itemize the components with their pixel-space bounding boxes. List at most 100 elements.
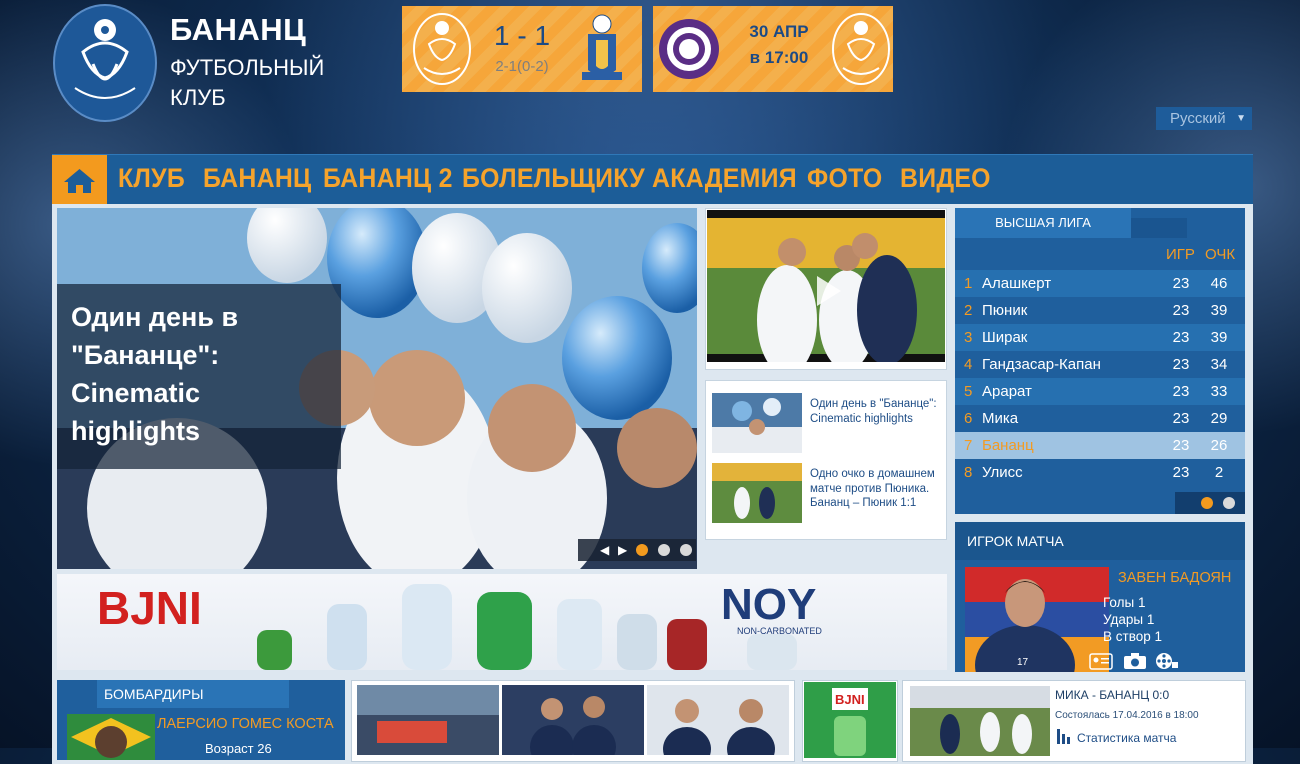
team-name: Бананц (982, 437, 1034, 454)
news-thumbnail (712, 393, 802, 453)
player-name[interactable]: ЗАВЕН БАДОЯН (1118, 570, 1231, 586)
gallery-thumbnail[interactable] (357, 685, 499, 755)
tab-secondary[interactable] (1131, 218, 1187, 238)
team-games: 23 (1172, 410, 1190, 427)
side-ad[interactable]: BJNI (802, 680, 898, 762)
chevron-right-icon[interactable]: ▶ (618, 543, 627, 557)
player-photo[interactable]: 17 (965, 567, 1109, 672)
match-stats-link[interactable]: Статистика матча (1077, 731, 1176, 745)
next-match-date: 30 АПР (749, 22, 809, 41)
nav-item-club[interactable]: КЛУБ (118, 163, 185, 194)
last-result-card[interactable]: 1 - 1 2-1(0-2) (402, 6, 642, 92)
svg-text:BJNI: BJNI (835, 692, 865, 707)
profile-card-icon[interactable] (1089, 652, 1113, 670)
slider-controls: ◀ ▶ (578, 539, 696, 561)
next-match-card[interactable]: 30 АПР в 17:00 (653, 6, 893, 92)
club-logo[interactable] (53, 4, 157, 122)
team-points: 39 (1210, 329, 1228, 346)
ad-brand-1: BJNI (97, 582, 202, 634)
news-list: Один день в "Бананце": Cinematic highlig… (705, 380, 947, 540)
slider-dot[interactable] (680, 544, 692, 556)
team-games: 23 (1172, 464, 1190, 481)
player-goals: Голы 1 (1103, 595, 1146, 610)
language-label: Русский (1170, 110, 1226, 127)
team-name: Ширак (982, 329, 1028, 346)
team-pos: 2 (964, 302, 973, 319)
film-reel-icon[interactable] (1155, 652, 1179, 670)
nav-item-bananz2[interactable]: БАНАНЦ 2 (323, 163, 453, 194)
team-pos: 7 (964, 437, 973, 454)
player-heading: ИГРОК МАТЧА (955, 522, 1245, 560)
news-thumbnail (712, 463, 802, 523)
news-title[interactable]: Одно очко в домашнем матче против Пюника… (810, 467, 940, 511)
player-of-match: ИГРОК МАТЧА 17 ЗАВЕН БАДОЯН Голы 1 Удары… (955, 522, 1245, 672)
table-row[interactable]: 2 Пюник 23 39 (955, 297, 1245, 324)
table-row[interactable]: 8 Улисс 23 2 (955, 459, 1245, 486)
list-item[interactable]: Один день в "Бананце": Cinematic highlig… (712, 393, 940, 457)
team-name: Гандзасар-Капан (982, 356, 1101, 373)
chevron-down-icon: ▼ (1236, 113, 1246, 124)
league-pager (1175, 492, 1245, 514)
team-name: Улисс (982, 464, 1023, 481)
slider-dot[interactable] (636, 544, 648, 556)
team-pos: 8 (964, 464, 973, 481)
last-match-title[interactable]: МИКА - БАНАНЦ 0:0 (1055, 688, 1169, 702)
col-points: ОЧК (1205, 246, 1236, 263)
nav-item-fans[interactable]: БОЛЕЛЬЩИКУ (462, 163, 645, 194)
team-games: 23 (1172, 329, 1190, 346)
alashkert-logo-icon (659, 19, 719, 79)
gallery-thumbnail[interactable] (647, 685, 789, 755)
nav-item-video[interactable]: ВИДЕО (900, 163, 991, 194)
home-button[interactable] (52, 155, 107, 205)
pager-dot[interactable] (1223, 497, 1235, 509)
bananz-logo-icon (832, 13, 890, 85)
match-score-detail: 2-1(0-2) (495, 58, 549, 75)
bananz-logo-icon (413, 13, 471, 85)
slider-dot[interactable] (658, 544, 670, 556)
table-row[interactable]: 1 Алашкерт 23 46 (955, 270, 1245, 297)
club-name: БАНАНЦ (170, 12, 307, 47)
player-shots: Удары 1 (1103, 612, 1155, 627)
match-score: 1 - 1 (493, 20, 551, 51)
gallery-thumbnail[interactable] (502, 685, 644, 755)
pager-dot[interactable] (1201, 497, 1213, 509)
team-name: Пюник (982, 302, 1028, 319)
slide-title[interactable]: Один день в "Бананце": Cinematic highlig… (71, 298, 331, 450)
slide-caption[interactable]: Один день в "Бананце": Cinematic highlig… (57, 284, 341, 469)
video-player[interactable] (705, 208, 947, 370)
tab-top-league[interactable]: ВЫСШАЯ ЛИГА (955, 208, 1131, 238)
last-match-thumbnail[interactable] (910, 686, 1050, 756)
nav-item-photo[interactable]: ФОТО (807, 163, 883, 194)
col-games: ИГР (1166, 246, 1195, 263)
top-scorers: БОМБАРДИРЫ ЛАЕРСИО ГОМЕС КОСТА Возраст 2… (57, 680, 345, 760)
list-item[interactable]: Одно очко в домашнем матче против Пюника… (712, 463, 940, 527)
side-ad-image: BJNI (804, 682, 896, 758)
table-row[interactable]: 5 Арарат 23 33 (955, 378, 1245, 405)
team-points: 2 (1214, 464, 1224, 481)
team-points: 29 (1210, 410, 1228, 427)
club-subtitle: ФУТБОЛЬНЫЙ КЛУБ (170, 55, 325, 110)
chevron-left-icon[interactable]: ◀ (600, 543, 609, 557)
team-points: 39 (1210, 302, 1228, 319)
photo-gallery (351, 680, 795, 762)
svg-text:17: 17 (1017, 657, 1029, 668)
nav-item-bananz[interactable]: БАНАНЦ (203, 163, 311, 194)
ad-banner[interactable]: BJNI NOY NON-CARBONATED (57, 574, 947, 670)
team-points: 46 (1210, 275, 1228, 292)
team-pos: 6 (964, 410, 973, 427)
news-title[interactable]: Один день в "Бананце": Cinematic highlig… (810, 397, 940, 426)
table-row[interactable]: 3 Ширак 23 39 (955, 324, 1245, 351)
home-icon (64, 169, 95, 193)
team-points: 34 (1210, 356, 1228, 373)
team-pos: 1 (964, 275, 973, 292)
scorer-photo[interactable] (67, 714, 155, 760)
language-select[interactable]: Русский ▼ (1156, 107, 1252, 130)
table-row[interactable]: 6 Мика 23 29 (955, 405, 1245, 432)
table-row[interactable]: 4 Гандзасар-Капан 23 34 (955, 351, 1245, 378)
table-row-highlighted[interactable]: 7 Бананц 23 26 (955, 432, 1245, 459)
team-games: 23 (1172, 437, 1190, 454)
nav-item-academy[interactable]: АКАДЕМИЯ (652, 163, 797, 194)
camera-icon[interactable] (1123, 652, 1147, 670)
league-table: ВЫСШАЯ ЛИГА ИГР ОЧК 1 Алашкерт 23 46 2 П… (955, 208, 1245, 514)
scorer-name[interactable]: ЛАЕРСИО ГОМЕС КОСТА (157, 716, 334, 732)
